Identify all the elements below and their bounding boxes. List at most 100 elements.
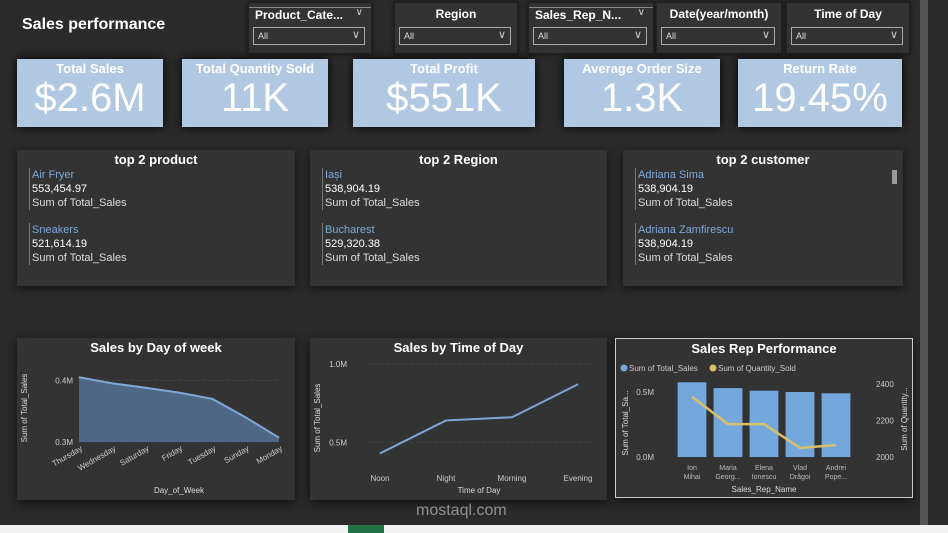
kpi-label: Total Profit [410, 61, 478, 76]
kpi-label: Return Rate [783, 61, 857, 76]
y2-tick-label: 2200 [876, 417, 894, 426]
x-tick-label: Wednesday [76, 444, 117, 473]
slicer-dropdown[interactable]: All ∨ [661, 27, 775, 45]
x-axis-title: Day_of_Week [154, 486, 205, 495]
x-tick-label: Elena [755, 465, 773, 472]
x-tick-label: Ionescu [752, 474, 777, 481]
x-tick-label: Maria [719, 465, 737, 472]
dropdown-value: All [796, 31, 807, 41]
chart-plot: 0.5M 1.0M Noon Night Morning Evening Time of D… [313, 360, 593, 495]
x-tick-label: Drăgoi [790, 474, 811, 481]
data-point [178, 392, 180, 394]
x-tick-label: Pope... [825, 474, 847, 481]
dropdown-value: All [404, 31, 415, 41]
item-name: Iași [325, 169, 343, 181]
card-top-customers: top 2 customer Adriana Sima 538,904.19 Sum… [623, 150, 903, 286]
item-measure: Sum of Total_Sales [32, 197, 127, 209]
chart-sales-by-time: Sales by Time of Day 0.5M 1.0M Noon Night Mo… [310, 338, 607, 500]
slicer-dropdown[interactable]: All ∨ [791, 27, 903, 45]
item-name: Air Fryer [32, 169, 75, 181]
x-axis-title: Sales_Rep_Name [732, 485, 797, 494]
watermark: mostaql.com [416, 502, 507, 519]
x-tick-label: Morning [498, 474, 527, 483]
item-value: 538,904.19 [325, 183, 381, 195]
list-item: Air Fryer 553,454.97 Sum of Total_Sales [29, 168, 127, 210]
slicer-dropdown[interactable]: All ∨ [533, 27, 647, 45]
slicer-product-category[interactable]: Product_Cate... ∨ All ∨ [248, 2, 372, 54]
slicer-sales-rep[interactable]: Sales_Rep_N... ∨ All ∨ [528, 2, 654, 54]
x-axis-title: Time of Day [458, 486, 501, 495]
y-tick-label: 0.5M [636, 388, 654, 397]
item-name: Adriana Zamfirescu [638, 224, 734, 236]
card-title: top 2 Region [419, 152, 498, 167]
card-title: top 2 product [114, 152, 198, 167]
item-measure: Sum of Total_Sales [325, 197, 420, 209]
chart-sales-by-day: Sales by Day of week 0.3M 0.4M Thursday Wed… [17, 338, 295, 500]
slicer-label: Product_Cate... [249, 7, 371, 22]
item-measure: Sum of Total_Sales [638, 252, 733, 264]
slicer-region[interactable]: Region All ∨ [394, 2, 518, 54]
x-tick-label: Mihai [684, 474, 701, 481]
slicer-date[interactable]: Date(year/month) All ∨ [656, 2, 782, 54]
data-point [379, 452, 381, 454]
data-point [511, 416, 513, 418]
bar [713, 388, 743, 457]
dropdown-value: All [258, 31, 269, 41]
kpi-total-sales: Total Sales $2.6M [17, 59, 163, 127]
active-page-tab[interactable] [348, 525, 384, 533]
scrollbar-thumb[interactable] [892, 170, 897, 184]
x-tick-label: Monday [255, 444, 284, 466]
slicer-time-of-day[interactable]: Time of Day All ∨ [786, 2, 910, 54]
bar [821, 393, 851, 457]
kpi-value: $551K [386, 76, 502, 120]
item-measure: Sum of Total_Sales [32, 252, 127, 264]
slicer-dropdown[interactable]: All ∨ [399, 27, 511, 45]
y-axis-title: Sum of Total_Sales [313, 384, 322, 453]
chevron-down-icon: ∨ [351, 29, 360, 41]
x-tick-label: Vlad [793, 465, 807, 472]
x-tick-label: Georg... [715, 474, 740, 481]
chevron-down-icon[interactable]: ∨ [356, 7, 363, 18]
data-point [145, 387, 147, 389]
data-point [577, 383, 579, 385]
x-tick-label: Sunday [223, 444, 251, 465]
y-tick-label: 0.4M [55, 376, 73, 385]
kpi-value: 1.3K [600, 76, 684, 120]
y2-tick-label: 2400 [876, 380, 894, 389]
kpi-total-profit: Total Profit $551K [353, 59, 535, 127]
item-value: 521,614.19 [32, 238, 88, 250]
kpi-value: 19.45% [752, 76, 888, 120]
legend-label: Sum of Total_Sales [629, 364, 698, 373]
chevron-down-icon: ∨ [497, 29, 506, 41]
item-value: 538,904.19 [638, 183, 694, 195]
slicer-label: Date(year/month) [669, 7, 769, 21]
x-tick-label: Friday [160, 444, 184, 463]
y2-tick-label: 2000 [876, 453, 894, 462]
item-name: Sneakers [32, 224, 79, 236]
data-point [445, 419, 447, 421]
page-title: Sales performance [22, 16, 166, 33]
area-fill [79, 377, 279, 442]
chart-sales-rep-performance: Sales Rep Performance Sum of Total_Sales… [615, 338, 913, 498]
list-item: Adriana Zamfirescu 538,904.19 Sum of Total… [635, 223, 733, 265]
legend-marker [709, 364, 717, 372]
scrollbar[interactable] [920, 0, 928, 525]
x-tick-label: Tuesday [187, 444, 218, 467]
y-tick-label: 0.3M [55, 438, 73, 447]
y-axis-title: Sum of Total_Sales [20, 374, 29, 443]
y2-axis-title: Sum of Quantity... [900, 387, 909, 450]
list-item: Iași 538,904.19 Sum of Total_Sales [322, 168, 420, 210]
data-point [78, 376, 80, 378]
item-value: 529,320.38 [325, 238, 381, 250]
page-tabs-bar [0, 525, 948, 533]
dropdown-value: All [666, 31, 677, 41]
data-point [245, 416, 247, 418]
chevron-down-icon[interactable]: ∨ [638, 7, 645, 18]
x-tick-label: Ion [687, 465, 697, 472]
y-tick-label: 1.0M [329, 360, 347, 369]
item-measure: Sum of Total_Sales [325, 252, 420, 264]
kpi-return-rate: Return Rate 19.45% [738, 59, 902, 127]
chevron-down-icon: ∨ [633, 29, 642, 41]
item-name: Adriana Sima [638, 169, 705, 181]
slicer-dropdown[interactable]: All ∨ [253, 27, 365, 45]
